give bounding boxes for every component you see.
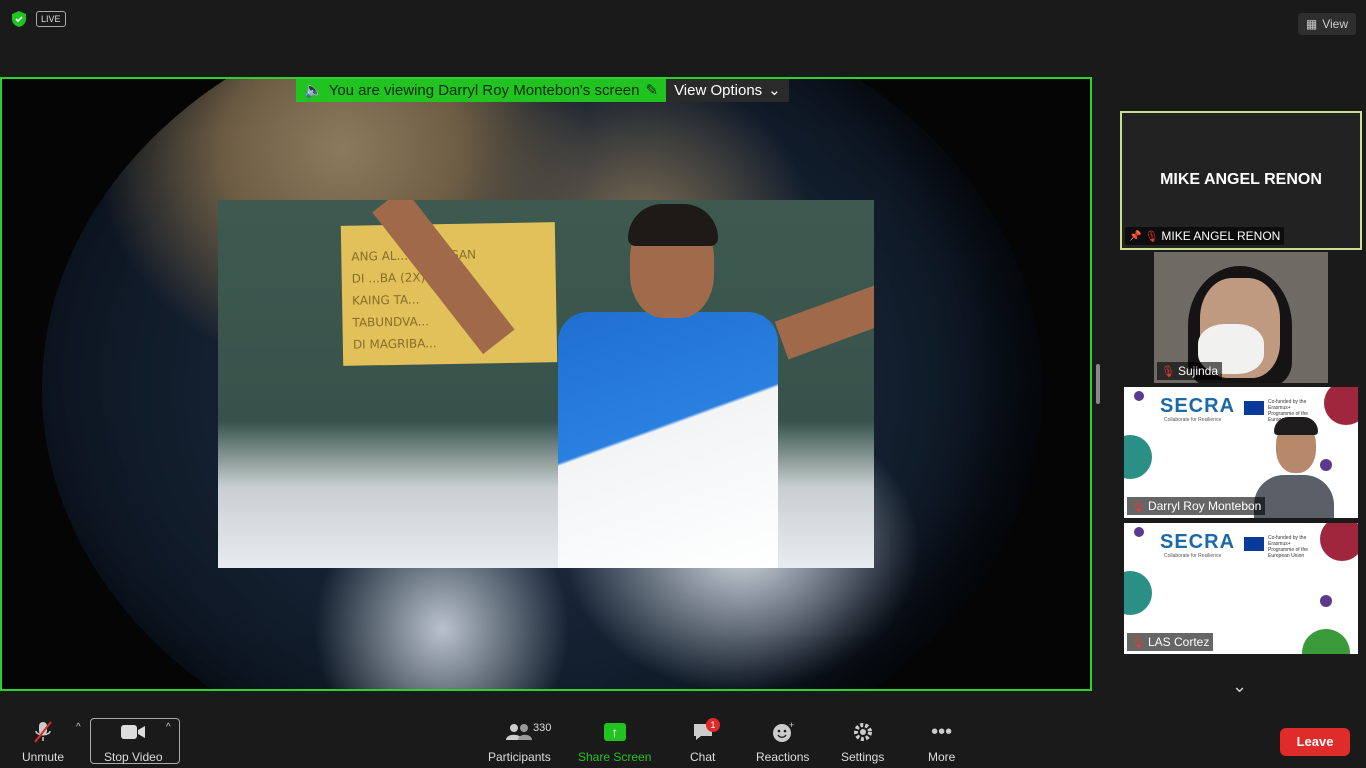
decor-circle: [1320, 595, 1332, 607]
participant-name-display: MIKE ANGEL RENON: [1160, 171, 1322, 188]
decor-circle: [1124, 571, 1152, 615]
view-label: View: [1322, 17, 1348, 31]
chat-label: Chat: [690, 750, 716, 764]
shared-video: ANG AL... SANDIGAN DI ...BA (2X) KAING T…: [218, 200, 874, 568]
shield-icon[interactable]: [10, 10, 28, 28]
participants-label: Participants: [488, 750, 551, 764]
participant-name-label: 📌 🎙 MIKE ANGEL RENON: [1125, 227, 1285, 245]
mic-off-icon: 🎙: [1131, 636, 1145, 649]
participant-name-label: 🎙 LAS Cortez: [1127, 633, 1214, 651]
mic-off-icon: 🎙: [1144, 230, 1159, 243]
meeting-toolbar: Unmute ^ Stop Video ^ Participants 330 ↑…: [0, 716, 1366, 768]
secra-subtitle: Collaborate for Resilience: [1164, 417, 1222, 423]
eu-text: Co-funded by the Erasmus+ Programme of t…: [1268, 535, 1309, 559]
viewing-text: You are viewing Darryl Roy Montebon's sc…: [328, 82, 640, 99]
view-options-button[interactable]: View Options ⌄: [666, 79, 789, 102]
participant-tile[interactable]: SECRA Collaborate for Resilience Co-fund…: [1124, 523, 1358, 654]
view-button[interactable]: ▦ View: [1297, 13, 1356, 35]
mic-off-icon: 🎙: [1131, 500, 1145, 513]
chat-unread-badge: 1: [706, 718, 720, 732]
participants-count: 330: [533, 722, 552, 734]
settings-label: Settings: [841, 750, 885, 764]
participant-name-label: 🎙 Sujinda: [1157, 362, 1222, 380]
secra-subtitle: Collaborate for Resilience: [1164, 553, 1222, 559]
participant-tile-active[interactable]: MIKE ANGEL RENON 📌 🎙 MIKE ANGEL RENON: [1120, 111, 1362, 250]
chevron-up-icon[interactable]: ^: [166, 722, 171, 733]
secra-logo: SECRA: [1160, 395, 1236, 417]
settings-button[interactable]: Settings: [841, 720, 884, 764]
reactions-label: Reactions: [756, 750, 810, 764]
chevron-down-icon: ⌄: [768, 82, 781, 99]
participants-icon: [504, 720, 534, 744]
mic-off-icon: ✎: [645, 82, 659, 99]
participant-tile[interactable]: SECRA Collaborate for Resilience Co-fund…: [1124, 387, 1358, 518]
decor-circle: [1320, 459, 1332, 471]
reactions-button[interactable]: + Reactions: [756, 720, 809, 764]
unmute-label: Unmute: [22, 750, 65, 764]
viewing-banner: 🔈 You are viewing Darryl Roy Montebon's …: [296, 79, 789, 102]
decor-circle: [1124, 435, 1152, 479]
view-options-label: View Options: [674, 82, 763, 99]
participant-hair: [1274, 417, 1318, 435]
mic-off-icon: 🎙: [1161, 365, 1175, 378]
person-hair: [628, 204, 718, 246]
decor-circle: [1134, 527, 1144, 537]
viewing-notice: 🔈 You are viewing Darryl Roy Montebon's …: [296, 79, 667, 102]
secra-logo: SECRA: [1160, 531, 1236, 553]
share-screen-icon: ↑: [603, 720, 626, 744]
more-label: More: [928, 750, 956, 764]
shared-screen: ANG AL... SANDIGAN DI ...BA (2X) KAING T…: [0, 77, 1092, 691]
top-bar: LIVE ▦ View: [0, 0, 1366, 40]
stop-video-label: Stop Video: [104, 750, 163, 764]
unmute-button[interactable]: Unmute: [22, 720, 64, 764]
share-screen-button[interactable]: ↑ Share Screen: [578, 720, 651, 764]
grid-icon: ▦: [1305, 17, 1318, 31]
decor-circle: [1324, 387, 1358, 425]
panel-divider-handle[interactable]: [1096, 364, 1100, 404]
speaker-icon: 🔈: [304, 82, 323, 99]
stop-video-button[interactable]: Stop Video: [104, 720, 163, 764]
eu-flag-icon: [1244, 401, 1264, 415]
more-button[interactable]: ••• More: [928, 720, 956, 765]
decor-circle: [1320, 523, 1358, 561]
participant-tile[interactable]: 🎙 Sujinda: [1154, 252, 1328, 383]
decor-circle: [1134, 391, 1144, 401]
live-badge[interactable]: LIVE: [36, 11, 66, 27]
more-dots-icon: •••: [931, 720, 953, 743]
chevron-up-icon[interactable]: ^: [76, 722, 81, 733]
leave-button[interactable]: Leave: [1280, 728, 1350, 756]
gear-icon: [852, 720, 874, 744]
person-arm: [774, 280, 874, 360]
mic-off-icon: [32, 720, 54, 744]
camera-icon: [120, 720, 146, 744]
person-shirt: [558, 312, 778, 568]
reactions-icon: +: [771, 720, 795, 744]
chevron-down-icon[interactable]: ⌄: [1232, 676, 1247, 697]
eu-flag-icon: [1244, 537, 1264, 551]
pin-icon: 📌: [1129, 230, 1142, 242]
svg-text:+: +: [789, 721, 794, 730]
share-screen-label: Share Screen: [578, 750, 652, 764]
participant-body: [1254, 475, 1334, 518]
decor-circle: [1302, 629, 1350, 654]
participant-name-label: 🎙 Darryl Roy Montebon: [1127, 497, 1266, 515]
